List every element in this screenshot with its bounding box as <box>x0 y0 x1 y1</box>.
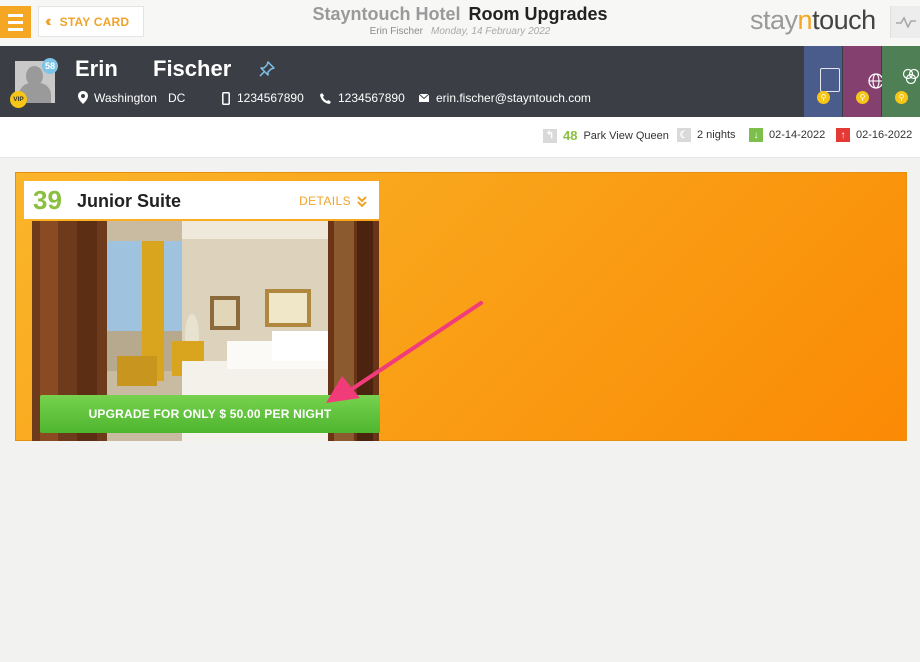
menu-icon <box>8 13 23 17</box>
guest-phone: 1234567890 <box>338 91 405 105</box>
pin-icon[interactable] <box>258 60 276 83</box>
nights-count: 2 nights <box>697 129 736 141</box>
room-icon: ↰ <box>543 128 557 143</box>
annotation-arrow <box>326 301 483 403</box>
room-icon <box>820 68 840 92</box>
drawer-tab-groups[interactable]: ⚲ <box>882 46 920 117</box>
email-icon <box>419 94 429 102</box>
drawer-tab-room[interactable]: ⚲ <box>804 46 842 117</box>
drawer-tab-web[interactable]: ⚲ <box>843 46 884 117</box>
departure-date: 02-16-2022 <box>856 129 913 141</box>
header-date: Monday, 14 February 2022 <box>431 26 551 37</box>
arrow-down-icon: ↓ <box>749 128 763 142</box>
upgrade-room-number: 39 <box>33 185 62 215</box>
activity-button[interactable] <box>890 6 920 38</box>
current-room-number: 48 <box>563 128 578 143</box>
guest-email: erin.fischer@stayntouch.com <box>436 91 591 105</box>
mobile-info: 1234567890 <box>222 91 304 105</box>
arrival-info: ↓ 02-14-2022 <box>749 128 825 142</box>
details-label: DETAILS <box>299 194 351 208</box>
circles-icon <box>902 68 920 84</box>
reservation-summary: ↰ 48 Park View Queen ☾ 2 nights ↓ 02-14-… <box>0 117 920 158</box>
guest-header: 58 VIP Erin Fischer Washington DC 123456… <box>0 46 920 117</box>
location-info <box>78 91 88 104</box>
search-icon: ⚲ <box>895 91 908 104</box>
vip-badge: VIP <box>10 91 27 108</box>
current-room: ↰ 48 Park View Queen <box>543 128 669 143</box>
stay-card-button[interactable]: ‹‹ STAY CARD <box>38 6 144 37</box>
guest-state: DC <box>168 91 186 105</box>
age-badge: 58 <box>42 58 58 74</box>
departure-info: ↑ 02-16-2022 <box>836 128 912 142</box>
guest-mobile: 1234567890 <box>237 91 304 105</box>
nights-info: ☾ 2 nights <box>677 128 736 142</box>
guest-first-name: Erin <box>75 56 118 81</box>
guest-city: Washington <box>94 91 157 105</box>
double-chevron-left-icon: ‹‹ <box>45 12 51 30</box>
email-info: erin.fischer@stayntouch.com <box>419 91 591 105</box>
page-title: Room Upgrades <box>468 4 608 24</box>
header-guest-name: Erin Fischer <box>369 26 423 37</box>
menu-button[interactable] <box>0 6 31 38</box>
double-chevron-down-icon <box>357 195 367 207</box>
current-room-type: Park View Queen <box>583 129 669 142</box>
hotel-name: Stayntouch Hotel <box>312 4 461 24</box>
guest-last-name: Fischer <box>153 56 232 81</box>
mobile-icon <box>222 91 230 105</box>
upgrade-room-type: Junior Suite <box>77 191 182 211</box>
stay-card-label: STAY CARD <box>59 14 130 29</box>
header-title-block: Stayntouch Hotel Room Upgrades Erin Fisch… <box>240 4 680 37</box>
room-card-header: 39 Junior Suite DETAILS <box>24 181 379 219</box>
location-icon <box>78 91 88 104</box>
arrow-up-icon: ↑ <box>836 128 850 142</box>
upgrade-panel: 39 Junior Suite DETAILS UPGRADE FOR ONLY… <box>15 172 907 441</box>
moon-icon: ☾ <box>677 128 691 142</box>
activity-icon <box>896 16 916 28</box>
stayntouch-logo: stayntouch <box>750 5 876 35</box>
phone-icon <box>320 92 331 104</box>
top-bar: ‹‹ STAY CARD Stayntouch Hotel Room Upgrad… <box>0 0 920 47</box>
search-icon: ⚲ <box>856 91 869 104</box>
details-button[interactable]: DETAILS <box>299 194 367 208</box>
phone-info: 1234567890 <box>320 91 405 105</box>
arrival-date: 02-14-2022 <box>769 129 826 141</box>
search-icon: ⚲ <box>817 91 830 104</box>
